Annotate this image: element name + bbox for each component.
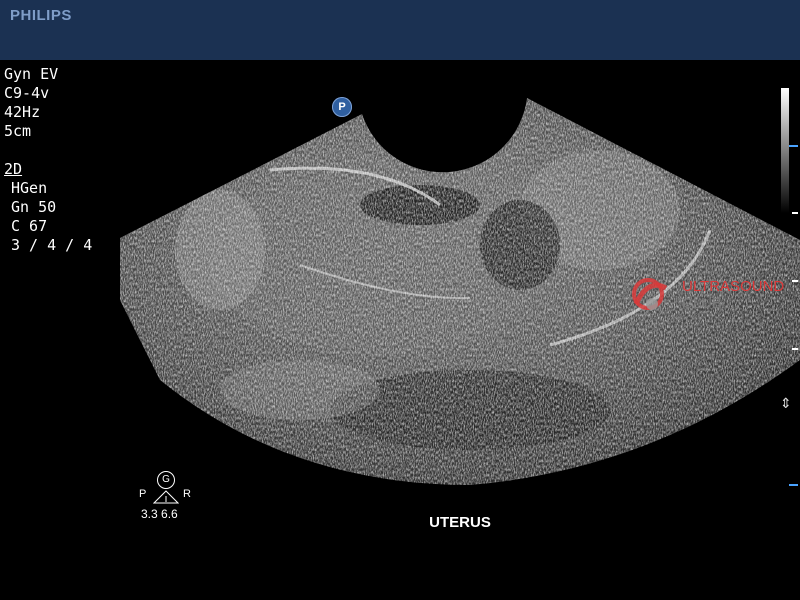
depth-tick [792, 212, 798, 214]
orientation-indicator: G P R 3.3 6.6 [136, 470, 196, 526]
orientation-left-label: P [139, 488, 147, 500]
top-bar: PHILIPS [0, 0, 800, 60]
probe-orientation-marker: P [332, 97, 352, 117]
depth-tick [792, 280, 798, 282]
triangle-icon [153, 490, 179, 504]
grayscale-bar [781, 88, 789, 213]
ultrasound-sector-image[interactable] [0, 60, 800, 500]
watermark-line2: CLUB [682, 295, 723, 312]
watermark-logo-icon [632, 278, 668, 310]
image-label: UTERUS [429, 514, 491, 531]
watermark: ULTRASOUND CLUB [628, 274, 784, 318]
depth-tick [789, 145, 798, 147]
orientation-badge: G [157, 471, 175, 489]
depth-tick [792, 348, 798, 350]
brand-logo: PHILIPS [10, 7, 72, 24]
watermark-line1: ULTRASOUND [682, 278, 785, 295]
depth-tick [789, 484, 798, 486]
orientation-right-label: R [183, 488, 191, 500]
orientation-values: 3.3 6.6 [141, 507, 178, 521]
focus-zone-icon[interactable]: ⇕ [780, 396, 792, 412]
